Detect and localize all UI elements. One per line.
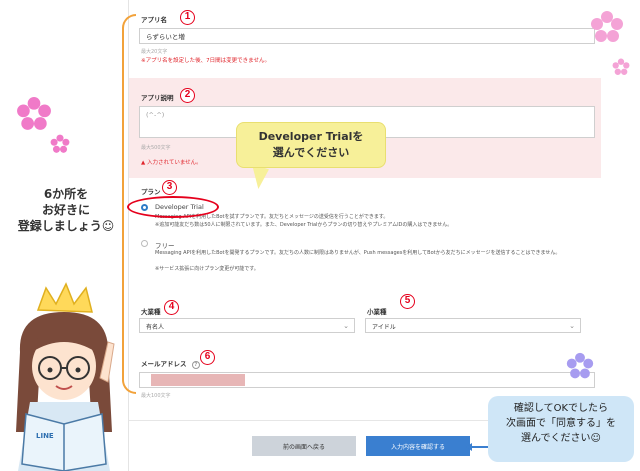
book-label: LINE <box>36 432 54 440</box>
confirm-button[interactable]: 入力内容を確認する <box>366 436 470 456</box>
left-line-2: お好きに <box>41 203 90 217</box>
category-selected-value: 有名人 <box>146 324 165 331</box>
app-name-hint: 最大20文字 <box>141 49 168 55</box>
annotation-number-6: 6 <box>200 350 215 365</box>
subcategory-selected-value: アイドル <box>372 324 396 331</box>
left-line-1: 6か所を <box>43 187 89 201</box>
plan-title-free: フリー <box>155 242 175 250</box>
highlight-ellipse <box>127 196 219 218</box>
flower-icon <box>50 134 70 153</box>
app-name-input[interactable]: らずらいと増 <box>139 28 595 44</box>
app-name-warning: ※アプリ名を設定した後、7日間は変更できません。 <box>141 58 270 64</box>
bubble-line-2: 選んでください <box>272 146 350 159</box>
app-desc-hint: 最大500文字 <box>141 145 171 151</box>
annotation-number-4: 4 <box>164 300 179 315</box>
arrow-line <box>470 446 490 448</box>
crown-icon <box>36 282 93 313</box>
left-callout: 6か所を お好きに 登録しましょう☺ <box>4 186 128 234</box>
chevron-down-icon: ⌄ <box>343 322 349 330</box>
annotation-number-2: 2 <box>180 88 195 103</box>
subcategory-label: 小業種 <box>367 308 387 316</box>
category-select[interactable]: 有名人 ⌄ <box>139 318 355 333</box>
arrow-left-icon <box>466 443 472 451</box>
speech-bubble: Developer Trialを 選んでください <box>236 122 386 168</box>
annotation-number-1: 1 <box>180 10 195 25</box>
category-label: 大業種 <box>141 308 161 316</box>
plan-desc-developer-trial: Messaging APIを利用したBotを試すプランです。友だちとメッセージの… <box>155 214 389 220</box>
email-label: メールアドレス ? <box>141 358 200 369</box>
note-line-1: 確認してOKでしたら <box>513 403 609 414</box>
bottom-note: 確認してOKでしたら 次画面で「同意する」を 選んでください☺ <box>488 396 634 462</box>
left-line-3: 登録しましょう☺ <box>17 219 115 233</box>
help-icon[interactable]: ? <box>191 361 200 369</box>
annotation-number-5: 5 <box>400 294 415 309</box>
plan-radio-free[interactable] <box>141 240 148 247</box>
app-desc-error: ▲ 入力されていません。 <box>141 160 202 166</box>
subcategory-select[interactable]: アイドル ⌄ <box>365 318 581 333</box>
flower-icon <box>591 11 623 42</box>
annotation-number-3: 3 <box>162 180 177 195</box>
plan-label: プラン <box>141 188 161 196</box>
bubble-line-1: Developer Trialを <box>258 130 364 143</box>
plan-note-free: ※サービス拡張に向けプラン変更が可能です。 <box>155 266 259 272</box>
app-desc-label: アプリ説明 <box>141 94 174 102</box>
note-line-3: 選んでください☺ <box>521 433 601 444</box>
flower-icon <box>566 352 594 379</box>
character-illustration: LINE <box>16 282 115 471</box>
note-line-2: 次画面で「同意する」を <box>506 418 616 429</box>
app-name-label: アプリ名 <box>141 16 167 24</box>
chevron-down-icon: ⌄ <box>569 322 575 330</box>
plan-desc-free: Messaging APIを利用したBotを開発するプランです。友だちの人数に制… <box>155 250 561 256</box>
flower-icon <box>17 97 51 130</box>
flower-icon <box>612 58 630 75</box>
email-redacted <box>151 374 245 386</box>
plan-note-developer-trial: ※追加可能友だち数は50人に制限されています。また、Developer Tria… <box>155 222 453 228</box>
email-hint: 最大100文字 <box>141 393 171 399</box>
back-button[interactable]: 前の画面へ戻る <box>252 436 356 456</box>
